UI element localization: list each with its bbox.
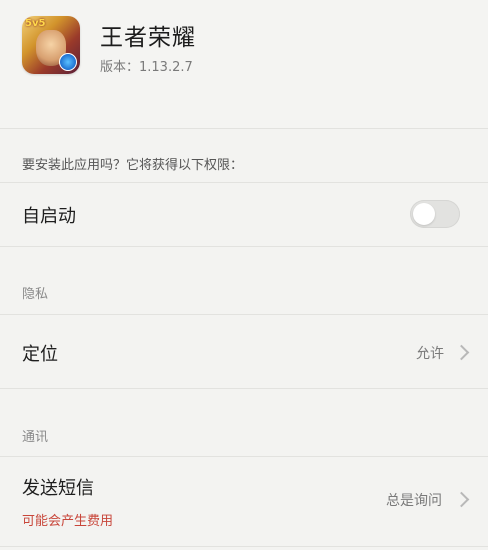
- app-header: 5v5 王者荣耀 版本：1.13.2.7: [0, 0, 488, 128]
- sms-label: 发送短信: [22, 478, 94, 499]
- sms-cost-warning: 可能会产生费用: [22, 514, 114, 529]
- sms-value: 总是询问: [386, 493, 442, 509]
- divider: [0, 456, 488, 457]
- app-icon-badge: 5v5: [25, 18, 46, 29]
- autostart-toggle[interactable]: [410, 200, 460, 228]
- location-value: 允许: [416, 346, 444, 362]
- section-header-privacy: 隐私: [22, 287, 49, 302]
- section-header-communication: 通讯: [22, 430, 49, 445]
- publisher-logo-icon: [59, 53, 77, 71]
- divider: [0, 182, 488, 183]
- header-divider: [0, 128, 488, 129]
- app-version: 版本：1.13.2.7: [100, 60, 193, 75]
- app-name: 王者荣耀: [100, 25, 196, 51]
- divider: [0, 388, 488, 389]
- toggle-knob: [413, 203, 435, 225]
- location-label: 定位: [22, 344, 58, 365]
- divider: [0, 314, 488, 315]
- chevron-right-icon: [453, 344, 470, 361]
- divider: [0, 546, 488, 547]
- install-prompt: 要安装此应用吗？它将获得以下权限：: [22, 158, 244, 173]
- app-icon: 5v5: [22, 16, 80, 74]
- chevron-right-icon: [453, 491, 470, 508]
- autostart-label: 自启动: [22, 206, 76, 227]
- divider: [0, 246, 488, 247]
